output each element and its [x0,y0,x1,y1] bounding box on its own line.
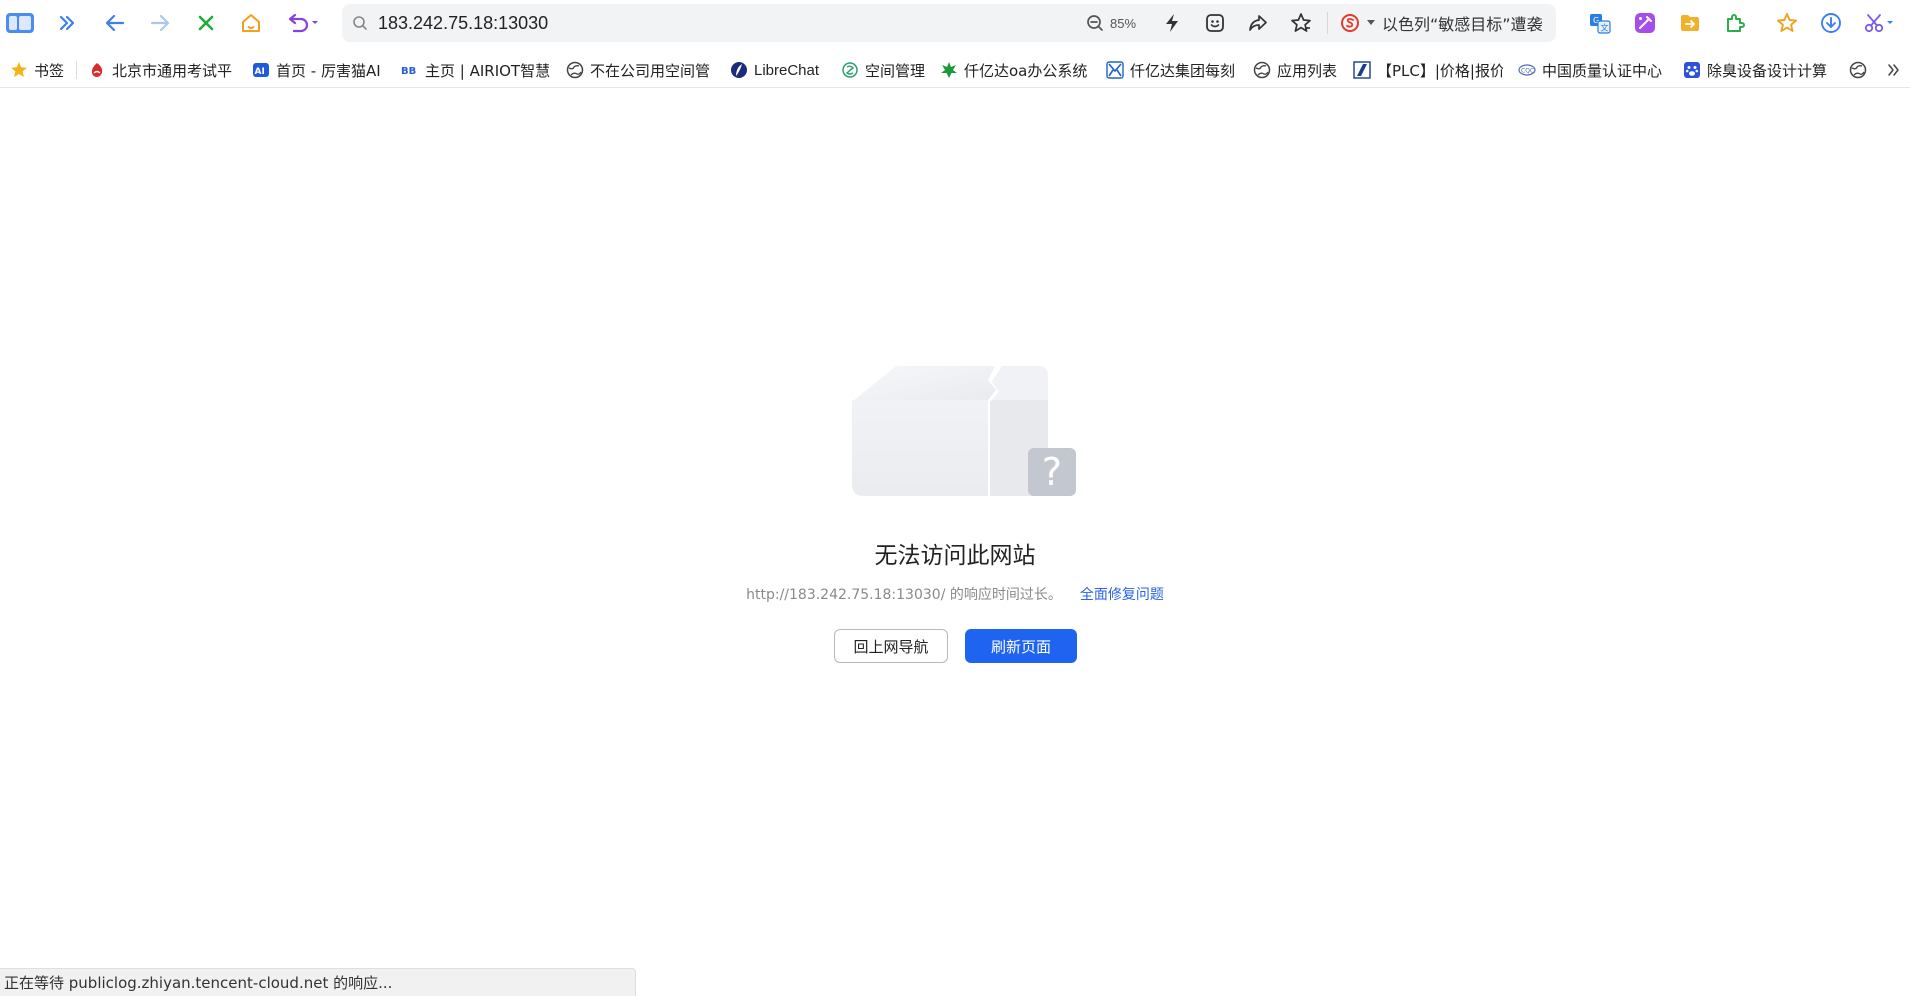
globe-icon [1849,61,1867,79]
bookmark-label: 主页 | AIRIOT智慧 [425,61,551,80]
zoom-out-icon [1087,15,1103,31]
bookmark-item[interactable]: 北京市通用考试平 [88,52,234,88]
stop-close-icon[interactable] [191,8,221,38]
bookmark-label: 空间管理 [865,61,926,80]
browser-toolbar: 183.242.75.18:13030 85% 以色列“敏感目标”遭袭 G文 [0,0,1910,46]
globe-icon [566,61,584,79]
favorite-star-icon[interactable] [1288,10,1314,36]
bookmarks-bar: 书签 北京市通用考试平 AI 首页 - 厉害猫AI BB 主页 | AIRIOT… [0,52,1910,88]
bookmark-item[interactable]: 【PLC】|价格|报价 [1353,52,1503,88]
bookmark-label: 除臭设备设计计算 [1707,61,1828,80]
bookmark-folder[interactable]: 书签 [10,52,70,88]
bookmark-label: 仟亿达oa办公系统 [964,61,1088,80]
translate-icon[interactable]: G文 [1585,8,1615,38]
error-description-row: http://183.242.75.18:13030/ 的响应时间过长。 全面修复… [0,584,1910,604]
site-logo-icon [88,61,106,79]
bookmark-label: 应用列表 [1277,61,1338,80]
bookmark-item[interactable]: 不在公司用空间管 [566,52,712,88]
bookmark-divider [76,61,77,79]
librechat-logo-icon [730,61,748,79]
lightning-icon[interactable] [1159,10,1185,36]
error-title: 无法访问此网站 [874,543,1036,569]
reader-mode-icon[interactable] [1202,10,1228,36]
bookmark-item[interactable]: AI 首页 - 厉害猫AI [252,52,386,88]
bookmark-item[interactable]: 仟亿达集团每刻 [1106,52,1238,88]
download-icon[interactable] [1816,8,1846,38]
divider [1327,12,1328,34]
status-bar: 正在等待 publiclog.zhiyan.tencent-cloud.net … [0,968,636,996]
search-engine-logo-icon [1341,14,1359,32]
undo-history-icon[interactable] [283,8,323,38]
zoom-indicator[interactable]: 85% [1086,4,1136,42]
home-icon[interactable] [236,8,266,38]
globe-icon [1253,61,1271,79]
back-to-navigation-button[interactable]: 回上网导航 [834,629,948,663]
bookmark-label: 不在公司用空间管 [590,61,711,80]
svg-text:AI: AI [255,67,265,77]
dropdown-caret-icon [1367,20,1375,25]
bookmark-item[interactable]: BB 主页 | AIRIOT智慧 [401,52,551,88]
bookmark-item[interactable]: 仟亿达oa办公系统 [940,52,1090,88]
star-icon [10,61,28,79]
favorites-star-icon[interactable] [1772,8,1802,38]
ai-logo-icon: AI [252,61,270,79]
bookmark-item[interactable]: LibreChat [730,52,830,88]
broken-page-illustration-icon: ? [852,366,1076,496]
screenshot-scissors-icon[interactable] [1860,8,1900,38]
error-description: http://183.242.75.18:13030/ 的响应时间过长。 [746,587,1062,603]
bookmark-label: 北京市通用考试平 [112,61,233,80]
refresh-page-button[interactable]: 刷新页面 [965,629,1077,663]
oa-logo-icon [940,61,958,79]
bookmark-label: 首页 - 厉害猫AI [276,61,381,80]
maycur-logo-icon [1106,61,1124,79]
bookmark-item[interactable]: CQC 中国质量认证中心 [1518,52,1668,88]
url-text[interactable]: 183.242.75.18:13030 [378,4,548,42]
svg-text:?: ? [1042,450,1062,494]
share-icon[interactable] [1245,10,1271,36]
hot-search[interactable]: 以色列“敏感目标”遭袭 [1340,4,1543,42]
svg-text:BB: BB [401,66,416,77]
bookmark-label: 仟亿达集团每刻 [1130,61,1236,80]
bookmark-label: 【PLC】|价格|报价 [1377,61,1503,80]
expand-chevrons-icon[interactable] [52,8,82,38]
cqc-logo-icon: CQC [1518,61,1536,79]
extension-puzzle-icon[interactable] [1720,8,1750,38]
plc-logo-icon [1353,61,1371,79]
forward-arrow-icon[interactable] [145,8,175,38]
ai-writing-icon[interactable] [1630,8,1660,38]
more-bookmarks-button[interactable] [1884,52,1904,88]
bookmark-label: LibreChat [754,61,820,79]
airiot-logo-icon: BB [401,61,419,79]
bookmark-item[interactable] [1849,52,1869,88]
bookmark-item[interactable]: 除臭设备设计计算 [1683,52,1833,88]
baidu-paw-icon [1683,61,1701,79]
hot-search-text: 以色列“敏感目标”遭袭 [1382,15,1543,34]
bookmark-item[interactable]: 应用列表 [1253,52,1343,88]
bookmark-label: 中国质量认证中心 [1542,61,1663,80]
zoom-level: 85% [1110,15,1137,31]
svg-text:CQC: CQC [1521,68,1534,75]
svg-text:文: 文 [1601,23,1609,33]
bookmark-label: 书签 [34,61,65,80]
sidebar-toggle-icon[interactable] [5,8,35,38]
back-arrow-icon[interactable] [100,8,130,38]
fix-problem-link[interactable]: 全面修复问题 [1080,587,1164,603]
search-icon [353,16,367,30]
bookmark-item[interactable]: 空间管理 [841,52,931,88]
folder-icon[interactable] [1675,8,1705,38]
double-chevron-right-icon [1884,61,1902,79]
space-logo-icon [841,61,859,79]
address-bar[interactable]: 183.242.75.18:13030 85% 以色列“敏感目标”遭袭 [342,4,1556,42]
